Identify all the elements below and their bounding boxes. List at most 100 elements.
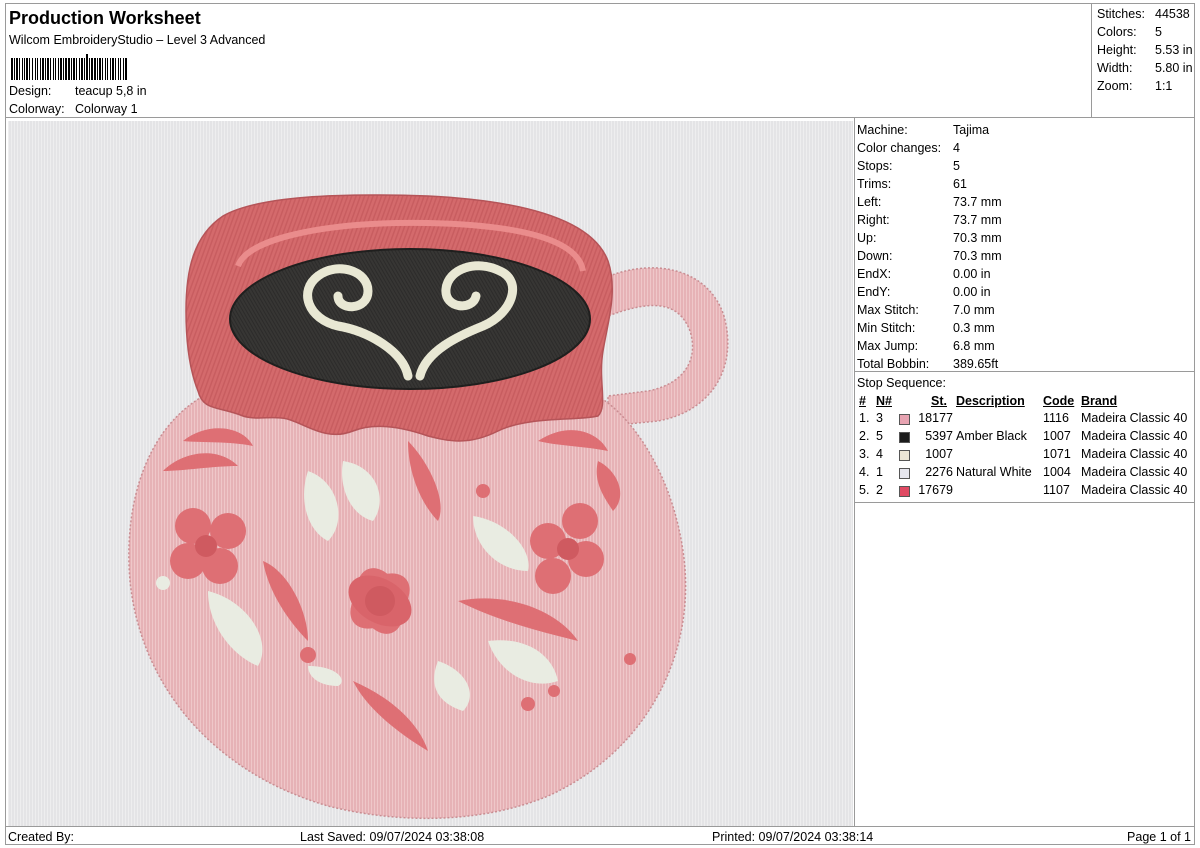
cell-n: 5	[876, 429, 883, 443]
machine-info-value: 73.7 mm	[953, 213, 1002, 227]
colors-label: Colors:	[1097, 25, 1137, 39]
thread-color-swatch	[899, 486, 910, 497]
machine-info-label: Right:	[857, 213, 890, 227]
machine-info-row: Down: 70.3 mm	[857, 249, 1002, 263]
cell-num: 1.	[859, 411, 870, 425]
machine-info-label: Down:	[857, 249, 893, 263]
machine-info-value: 70.3 mm	[953, 249, 1002, 263]
machine-info-label: Trims:	[857, 177, 892, 191]
width-value: 5.80 in	[1155, 61, 1193, 75]
teacup-embroidery	[128, 194, 729, 820]
cell-code: 1071	[1043, 447, 1071, 461]
barcode	[11, 53, 227, 80]
cell-n: 4	[876, 447, 883, 461]
machine-info-label: EndY:	[857, 285, 891, 299]
footer: Created By: Last Saved: 09/07/2024 03:38…	[6, 826, 1194, 845]
cell-num: 3.	[859, 447, 870, 461]
table-row: 4. 1 2276 Natural White 1004 Madeira Classic …	[855, 465, 1195, 483]
zoom-row: Zoom: 1:1	[1097, 79, 1172, 93]
machine-info-row: Right: 73.7 mm	[857, 213, 1002, 227]
table-row: 5. 2 17679 1107 Madeira Classic 40	[855, 483, 1195, 501]
worksheet: Production Worksheet Wilcom EmbroiderySt…	[5, 3, 1195, 845]
cell-code: 1116	[1043, 411, 1069, 425]
width-label: Width:	[1097, 61, 1133, 75]
machine-info-label: Color changes:	[857, 141, 942, 155]
cell-st: 2276	[925, 465, 953, 479]
cell-brand: Madeira Classic 40	[1081, 465, 1188, 479]
machine-info-row: Min Stitch: 0.3 mm	[857, 321, 995, 335]
cell-brand: Madeira Classic 40	[1081, 429, 1188, 443]
machine-info-value: 6.8 mm	[953, 339, 995, 353]
machine-info-label: Stops:	[857, 159, 893, 173]
machine-info-value: 4	[953, 141, 960, 155]
machine-info-label: EndX:	[857, 267, 892, 281]
machine-info-value: 389.65ft	[953, 357, 999, 371]
cell-st: 17679	[918, 483, 953, 497]
worksheet-title: Production Worksheet	[9, 8, 201, 28]
machine-info-row: Max Stitch: 7.0 mm	[857, 303, 995, 317]
machine-info-label: Up:	[857, 231, 877, 245]
machine-info-row: Max Jump: 6.8 mm	[857, 339, 995, 353]
cell-num: 4.	[859, 465, 870, 479]
thread-color-swatch	[899, 414, 910, 425]
colorway-value: Colorway 1	[75, 102, 138, 116]
cell-st: 18177	[918, 411, 953, 425]
cell-brand: Madeira Classic 40	[1081, 411, 1188, 425]
last-saved: Last Saved: 09/07/2024 03:38:08	[300, 830, 485, 844]
cell-st: 1007	[925, 447, 953, 461]
design-label: Design:	[9, 84, 52, 98]
cell-code: 1004	[1043, 465, 1071, 479]
width-row: Width: 5.80 in	[1097, 61, 1193, 75]
cup-handle	[597, 267, 729, 427]
machine-info-value: 70.3 mm	[953, 231, 1002, 245]
flower-left	[170, 508, 246, 584]
machine-info-row: Up: 70.3 mm	[857, 231, 1002, 245]
cell-n: 3	[876, 411, 883, 425]
stitches-label: Stitches:	[1097, 7, 1145, 21]
cell-brand: Madeira Classic 40	[1081, 447, 1188, 461]
printed-date: Printed: 09/07/2024 03:38:14	[712, 830, 874, 844]
table-row: 1. 3 18177 1116 Madeira Classic 40	[855, 411, 1195, 429]
machine-info-value: Tajima	[953, 123, 990, 137]
machine-info-value: 5	[953, 159, 960, 173]
machine-info-row: Total Bobbin: 389.65ft	[857, 357, 998, 371]
machine-info-value: 0.3 mm	[953, 321, 995, 335]
machine-info-value: 0.00 in	[953, 285, 991, 299]
stop-divider	[855, 371, 1195, 372]
stop-sequence-title: Stop Sequence:	[857, 376, 946, 390]
design-preview	[8, 121, 853, 826]
cell-description: Amber Black	[956, 429, 1027, 443]
height-row: Height: 5.53 in	[1097, 43, 1193, 57]
software-name: Wilcom EmbroideryStudio – Level 3 Advanc…	[9, 33, 266, 47]
zoom-value: 1:1	[1155, 79, 1173, 93]
cell-code: 1007	[1043, 429, 1071, 443]
cell-code: 1107	[1043, 483, 1070, 497]
machine-info-label: Total Bobbin:	[857, 357, 930, 371]
header: Production Worksheet Wilcom EmbroiderySt…	[6, 4, 1091, 118]
machine-info-row: Trims: 61	[857, 177, 967, 191]
zoom-label: Zoom:	[1097, 79, 1133, 93]
cell-st: 5397	[925, 429, 953, 443]
machine-info-value: 0.00 in	[953, 267, 991, 281]
thread-color-swatch	[899, 468, 910, 479]
height-label: Height:	[1097, 43, 1137, 57]
design-value: teacup 5,8 in	[75, 84, 147, 98]
machine-info-label: Min Stitch:	[857, 321, 916, 335]
machine-info-label: Machine:	[857, 123, 908, 137]
page-number: Page 1 of 1	[1127, 830, 1191, 844]
colors-value: 5	[1155, 25, 1162, 39]
machine-info-row: Left: 73.7 mm	[857, 195, 1002, 209]
machine-info-row: EndY: 0.00 in	[857, 285, 991, 299]
col-needle: N#	[876, 394, 892, 408]
cell-n: 2	[876, 483, 883, 497]
cell-description: Natural White	[956, 465, 1032, 479]
machine-info-row: Machine: Tajima	[857, 123, 989, 137]
machine-info-row: Stops: 5	[857, 159, 960, 173]
colors-row: Colors: 5	[1097, 25, 1162, 39]
col-num: #	[859, 394, 866, 408]
machine-info-row: Color changes: 4	[857, 141, 960, 155]
thread-color-swatch	[899, 432, 910, 443]
machine-info-value: 7.0 mm	[953, 303, 995, 317]
col-code: Code	[1043, 394, 1075, 408]
machine-info-value: 61	[953, 177, 967, 191]
